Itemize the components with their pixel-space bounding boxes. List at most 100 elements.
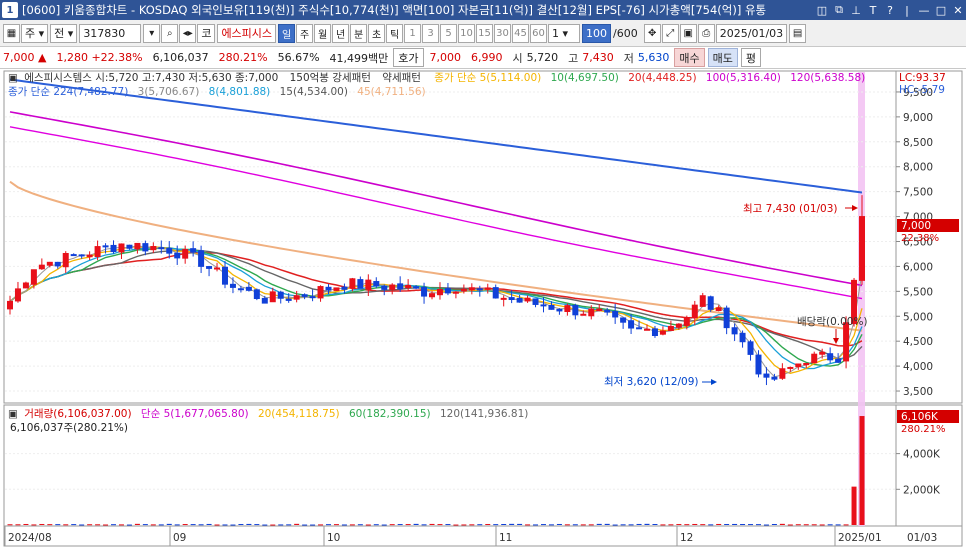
interval-input[interactable]: 1 ▾: [548, 23, 581, 43]
candle-body: [819, 351, 826, 355]
candle-body: [357, 279, 364, 289]
volume-bar: [620, 524, 626, 526]
interval-15-button[interactable]: 15: [476, 23, 494, 43]
code-dropdown-icon[interactable]: ▾: [143, 23, 161, 43]
candle-body: [397, 283, 404, 290]
legend-price: 에스피시스템스 시:5,720 고:7,430 저:5,630 종:7,000: [24, 72, 278, 84]
crosshair-icon[interactable]: ✥: [643, 23, 661, 43]
volume-bar: [421, 524, 427, 526]
volume-bar: [835, 524, 841, 526]
volume-bar: [150, 524, 156, 526]
price-tag-pct: 22.38%: [901, 233, 939, 244]
volume-bar: [413, 523, 419, 525]
buy-button[interactable]: 매수: [674, 48, 705, 67]
interval-10-button[interactable]: 10: [458, 23, 476, 43]
candle-body: [683, 317, 690, 326]
volume-bar: [445, 524, 451, 526]
interval-45-button[interactable]: 45: [512, 23, 530, 43]
volume-bar: [668, 524, 674, 526]
candle-body: [182, 249, 189, 259]
open-label: 시: [512, 51, 523, 65]
volume-bar: [763, 524, 769, 526]
interval-5-button[interactable]: 5: [440, 23, 458, 43]
period-month-button[interactable]: 월: [314, 23, 332, 43]
volume-bar: [517, 523, 523, 525]
candle-body: [771, 376, 778, 380]
legend-pattern-bear: 약세패턴: [382, 72, 421, 84]
volume-bar: [700, 524, 706, 526]
grid-icon[interactable]: ▦: [3, 23, 20, 43]
candle-body: [468, 287, 475, 291]
volume-bar: [580, 524, 586, 526]
candle-body: [134, 242, 141, 250]
volume-bar: [198, 524, 204, 526]
candle-body: [118, 243, 125, 253]
print-icon[interactable]: ⎙: [697, 23, 715, 43]
svg-text:▣ 거래량(6,106,037.00): ▣ 거래량(6,106,037.00) 단순 5(1,677,065.80) 2…: [8, 408, 528, 420]
interval-30-button[interactable]: 30: [494, 23, 512, 43]
candle-body: [452, 291, 459, 294]
volume-bar: [318, 524, 324, 526]
candle-body: [516, 297, 523, 303]
interval-3-button[interactable]: 3: [422, 23, 440, 43]
evaluate-button[interactable]: 평: [740, 48, 762, 67]
prev-next-icon[interactable]: ◂▸: [179, 23, 197, 43]
window-copy-icon[interactable]: ⧉: [831, 2, 847, 18]
volume-bar: [381, 524, 387, 526]
period-second-button[interactable]: 초: [368, 23, 386, 43]
period-minute-button[interactable]: 분: [350, 23, 368, 43]
minimize-icon[interactable]: —: [916, 2, 932, 18]
candle-body: [715, 307, 722, 311]
candle-body: [763, 373, 770, 378]
price-chart[interactable]: 9,500 9,000 8,500 8,000 7,500 7,000 6,500 6,000…: [0, 69, 966, 548]
open-value: 5,720: [526, 51, 559, 64]
candle-body: [150, 246, 157, 251]
volume-legend-ma60: 60(182,390.15): [349, 408, 431, 420]
date-tick-label: 11: [499, 532, 512, 544]
search-icon[interactable]: ⌕: [161, 23, 179, 43]
candle-body: [444, 288, 451, 294]
period-week-button[interactable]: 주: [296, 23, 314, 43]
sell-button[interactable]: 매도: [707, 48, 738, 67]
price-tick-label: 7,500: [903, 187, 933, 199]
exchange-select[interactable]: 전 ▾: [50, 23, 78, 43]
volume-bar: [397, 524, 403, 526]
current-price: 7,000 ▲: [3, 51, 47, 64]
high-value: 7,430: [582, 51, 614, 64]
candle-body: [421, 286, 428, 297]
period-day-button[interactable]: 일: [278, 23, 296, 43]
volume-bar: [676, 524, 682, 526]
candle-body: [293, 295, 300, 300]
close-icon[interactable]: ✕: [950, 2, 966, 18]
volume-bar: [31, 524, 37, 526]
maximize-icon[interactable]: □: [933, 2, 949, 18]
save-icon[interactable]: ▣: [679, 23, 697, 43]
interval-60-button[interactable]: 60: [530, 23, 548, 43]
count-max-label: /600: [613, 26, 638, 40]
interval-1-button[interactable]: 1: [404, 23, 422, 43]
legend-ma8: 8(4,801.88): [209, 86, 271, 98]
count-input[interactable]: 100: [582, 23, 612, 43]
zoom-icon[interactable]: ⤢: [661, 23, 679, 43]
legend-ma100: 100(5,316.40): [706, 72, 781, 84]
calendar-icon[interactable]: ▤: [789, 23, 807, 43]
period-tick-button[interactable]: 틱: [386, 23, 404, 43]
candle-body: [747, 341, 754, 355]
volume-bar: [230, 524, 236, 526]
volume-bar: [716, 523, 722, 525]
help-icon[interactable]: ?: [882, 2, 898, 18]
candle-body: [413, 286, 420, 289]
stock-code-input[interactable]: 317830: [79, 23, 142, 43]
pin-icon[interactable]: ⊥: [848, 2, 864, 18]
stock-type-select[interactable]: 주 ▾: [21, 23, 49, 43]
volume-bar: [15, 524, 21, 526]
volume-bar: [755, 524, 761, 526]
window-layout-icon[interactable]: ◫: [814, 2, 830, 18]
candle-body: [78, 254, 85, 257]
volume-bar: [55, 524, 61, 526]
period-year-button[interactable]: 년: [332, 23, 350, 43]
date-input[interactable]: 2025/01/03: [715, 23, 788, 43]
candle-body: [190, 248, 197, 253]
volume-bar: [222, 524, 228, 526]
font-icon[interactable]: T: [865, 2, 881, 18]
